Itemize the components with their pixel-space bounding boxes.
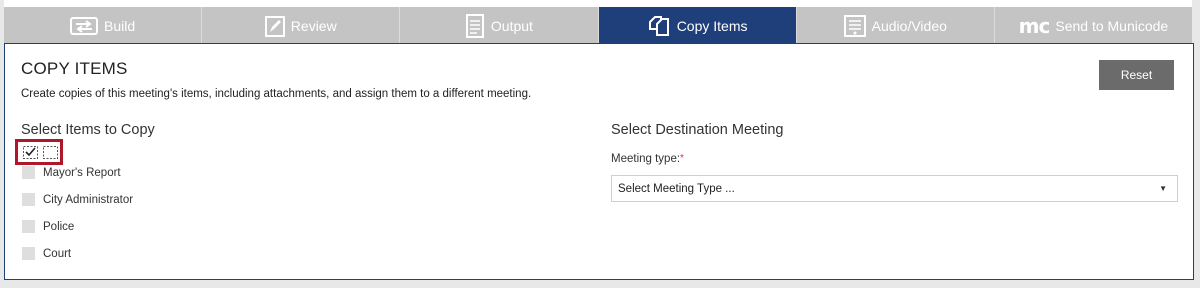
- meeting-type-label-text: Meeting type:: [611, 153, 681, 165]
- tab-audio-video[interactable]: Audio/Video: [796, 7, 995, 44]
- tab-build[interactable]: Build: [4, 7, 203, 44]
- item-label: Police: [43, 220, 75, 233]
- document-icon: [465, 13, 485, 39]
- tab-label: Send to Municode: [1055, 17, 1169, 34]
- list-item: City Administrator: [22, 193, 133, 206]
- tab-review[interactable]: Review: [202, 7, 401, 44]
- item-label: City Administrator: [43, 193, 134, 206]
- page-description: Create copies of this meeting's items, i…: [21, 88, 532, 100]
- caret-down-icon: ▼: [1159, 184, 1167, 193]
- destination-section-title: Select Destination Meeting: [611, 122, 784, 138]
- meeting-type-label: Meeting type:*: [611, 153, 684, 165]
- required-marker: *: [680, 153, 684, 164]
- tab-bar: Build Review Output Copy Items Audio/Vid…: [4, 7, 1193, 44]
- list-item: Police: [22, 220, 74, 233]
- copy-items-panel: COPY ITEMS Create copies of this meeting…: [4, 43, 1194, 280]
- tab-label: Build: [104, 17, 136, 34]
- items-section-title: Select Items to Copy: [21, 122, 155, 138]
- tab-label: Output: [490, 17, 533, 34]
- tab-send-to-municode[interactable]: mc Send to Municode: [994, 7, 1193, 44]
- item-label: Court: [43, 247, 72, 260]
- select-all-controls: [15, 139, 63, 165]
- item-checkbox[interactable]: [22, 220, 35, 233]
- list-item: Court: [22, 247, 71, 260]
- copy-icon: [647, 15, 671, 37]
- item-checkbox[interactable]: [22, 166, 35, 179]
- tab-copy-items[interactable]: Copy Items: [598, 7, 797, 44]
- tab-label: Audio/Video: [871, 17, 947, 34]
- page-title: COPY ITEMS: [21, 59, 128, 78]
- municode-logo-icon: mc: [1018, 13, 1051, 38]
- item-checkbox[interactable]: [22, 193, 35, 206]
- tab-label: Copy Items: [676, 17, 748, 34]
- reset-button[interactable]: Reset: [1099, 60, 1174, 90]
- list-item: Mayor's Report: [22, 166, 121, 179]
- audio-video-icon: [843, 14, 866, 37]
- tab-output[interactable]: Output: [400, 7, 599, 44]
- top-strip: [4, 0, 1192, 7]
- pencil-icon: [264, 15, 285, 37]
- meeting-type-select[interactable]: Select Meeting Type ... ▼: [611, 175, 1178, 202]
- check-all-icon[interactable]: [23, 145, 38, 159]
- build-arrows-icon: [70, 16, 99, 36]
- item-label: Mayor's Report: [43, 166, 121, 179]
- uncheck-all-icon[interactable]: [43, 145, 58, 159]
- tab-label: Review: [290, 17, 337, 34]
- item-checkbox[interactable]: [22, 247, 35, 260]
- meeting-type-select-value: Select Meeting Type ...: [618, 182, 735, 195]
